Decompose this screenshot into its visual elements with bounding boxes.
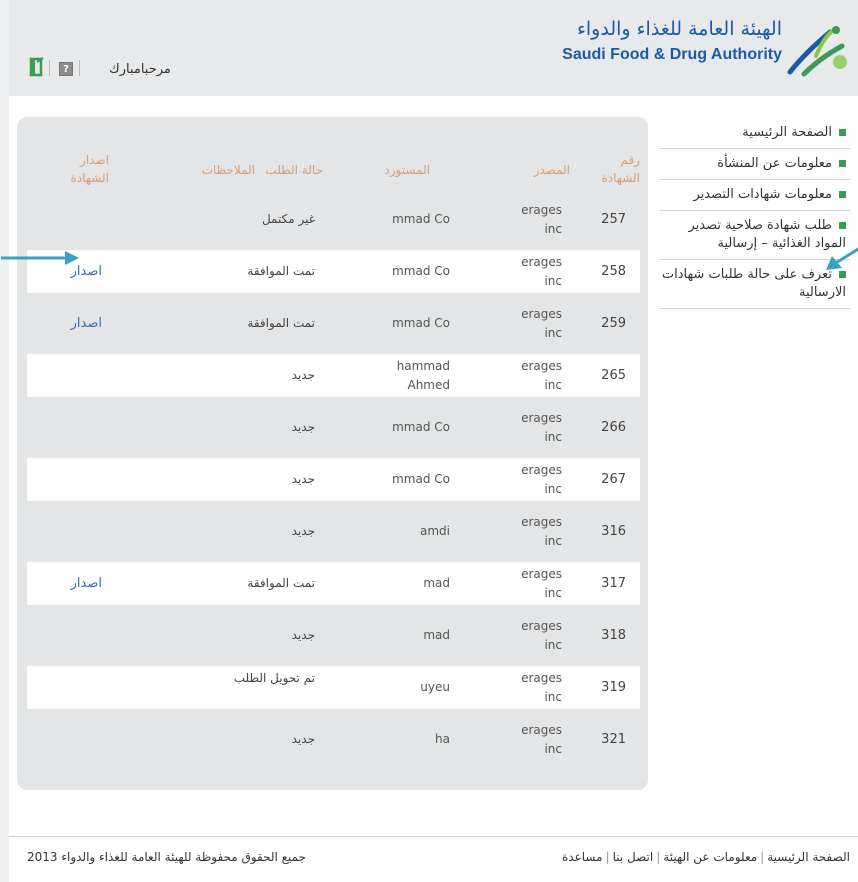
table-row: 321 erages inc ha جديد: [27, 718, 640, 761]
column-header-source: المصدر: [533, 163, 570, 177]
certificate-number: 321: [601, 732, 626, 747]
footer-link-help[interactable]: مساعدة: [562, 850, 603, 864]
column-header-importer: المستورد: [384, 163, 430, 177]
source-cell: erages inc: [521, 671, 562, 704]
sidebar-item-label: معلومات عن المنشأة: [717, 156, 832, 171]
certificate-number: 265: [601, 368, 626, 383]
site-header: الهيئة العامة للغذاء والدواء Saudi Food …: [9, 0, 858, 96]
source-cell: erages inc: [521, 515, 562, 548]
source-cell: erages inc: [521, 255, 562, 288]
importer-cell: mmad Co: [392, 264, 450, 278]
sidebar-nav: الصفحة الرئيسية معلومات عن المنشأة معلوم…: [660, 118, 850, 309]
source-cell: erages inc: [521, 463, 562, 496]
bullet-icon: [839, 160, 846, 167]
header-divider: [79, 60, 80, 76]
table-row: 257 erages inc mmad Co غير مكتمل: [27, 198, 640, 241]
status-cell: تمت الموافقة: [247, 316, 315, 330]
annotation-arrow-icon: [1, 251, 79, 265]
importer-cell: mmad Co: [392, 316, 450, 330]
status-cell: جديد: [291, 368, 315, 382]
status-cell: جديد: [291, 420, 315, 434]
issue-certificate-link[interactable]: اصدار: [42, 574, 102, 593]
sidebar-item-label: الصفحة الرئيسية: [742, 125, 832, 140]
table-row: 259 erages inc mmad Co تمت الموافقة اصدار: [27, 302, 640, 345]
footer-separator: |: [605, 850, 610, 864]
column-header-status: حالة الطلب: [265, 163, 323, 177]
column-header-number: رقم الشهادة: [601, 153, 640, 185]
annotation-arrow-icon: [826, 247, 858, 270]
status-cell: تم تحويل الطلب: [233, 671, 315, 685]
welcome-text: مرحبامبارك: [109, 62, 171, 77]
certificate-number: 319: [601, 680, 626, 695]
copyright-text: جميع الحقوق محفوظة للهيئة العامة للغذاء …: [27, 850, 307, 864]
source-cell: erages inc: [521, 203, 562, 236]
bullet-icon: [839, 129, 846, 136]
page: الهيئة العامة للغذاء والدواء Saudi Food …: [1, 0, 858, 882]
table-row: 258 erages inc mmad Co تمت الموافقة اصدار: [27, 250, 640, 293]
importer-cell: amdi: [420, 524, 450, 538]
status-cell: جديد: [291, 628, 315, 642]
certificate-number: 257: [601, 212, 626, 227]
footer-link-about[interactable]: معلومات عن الهيئة: [663, 850, 757, 864]
certificate-number: 266: [601, 420, 626, 435]
source-cell: erages inc: [521, 307, 562, 340]
issue-certificate-link[interactable]: اصدار: [42, 314, 102, 333]
table-row: 316 erages inc amdi جديد: [27, 510, 640, 553]
importer-cell: uyeu: [420, 680, 450, 694]
table-row: 317 erages inc mad تمت الموافقة اصدار: [27, 562, 640, 605]
status-cell: جديد: [291, 472, 315, 486]
footer-links: الصفحة الرئيسية|معلومات عن الهيئة|اتصل ب…: [562, 850, 850, 864]
certificate-number: 259: [601, 316, 626, 331]
certificate-number: 316: [601, 524, 626, 539]
importer-cell: mmad Co: [392, 472, 450, 486]
source-cell: erages inc: [521, 567, 562, 600]
status-cell: تمت الموافقة: [247, 264, 315, 278]
sidebar-item-label: تعرف على حالة طلبات شهادات الارسالية: [661, 267, 846, 300]
sidebar-item-label: معلومات شهادات التصدير: [693, 187, 832, 202]
certificates-table: رقم الشهادة المصدر المستورد حالة الطلب ا…: [17, 117, 648, 790]
source-cell: erages inc: [521, 359, 562, 392]
importer-cell: ha: [435, 732, 450, 746]
status-cell: غير مكتمل: [261, 212, 315, 226]
footer-link-contact[interactable]: اتصل بنا: [613, 850, 654, 864]
sfda-logo-icon: [787, 26, 847, 77]
source-cell: erages inc: [521, 619, 562, 652]
status-cell: جديد: [291, 732, 315, 746]
certificate-number: 318: [601, 628, 626, 643]
status-cell: جديد: [291, 524, 315, 538]
importer-cell: mad: [423, 628, 450, 642]
footer-separator: |: [760, 850, 765, 864]
bullet-icon: [839, 191, 846, 198]
help-button[interactable]: ?: [59, 62, 73, 76]
logo-english-text: Saudi Food & Drug Authority: [562, 46, 782, 63]
logout-icon[interactable]: [29, 56, 45, 78]
table-row: 265 erages inc hammad Ahmed جديد: [27, 354, 640, 397]
footer-divider: [9, 836, 858, 837]
sidebar-item-facility-info[interactable]: معلومات عن المنشأة: [660, 149, 850, 180]
sidebar-item-export-certificates[interactable]: معلومات شهادات التصدير: [660, 180, 850, 211]
importer-cell: hammad Ahmed: [396, 359, 450, 392]
importer-cell: mmad Co: [392, 212, 450, 226]
importer-cell: mmad Co: [392, 420, 450, 434]
logo-arabic-text: الهيئة العامة للغذاء والدواء: [576, 18, 782, 40]
header-divider: [49, 60, 50, 76]
sidebar-item-home[interactable]: الصفحة الرئيسية: [660, 118, 850, 149]
certificate-number: 317: [601, 576, 626, 591]
status-cell: تمت الموافقة: [247, 576, 315, 590]
footer-separator: |: [656, 850, 661, 864]
bullet-icon: [839, 222, 846, 229]
table-row: 319 erages inc uyeu تم تحويل الطلب: [27, 666, 640, 709]
importer-cell: mad: [423, 576, 450, 590]
table-row: 266 erages inc mmad Co جديد: [27, 406, 640, 449]
certificate-number: 258: [601, 264, 626, 279]
table-row: 267 erages inc mmad Co جديد: [27, 458, 640, 501]
table-row: 318 erages inc mad جديد: [27, 614, 640, 657]
source-cell: erages inc: [521, 411, 562, 444]
sfda-logo[interactable]: الهيئة العامة للغذاء والدواء Saudi Food …: [562, 18, 850, 78]
source-cell: erages inc: [521, 723, 562, 756]
column-header-issue: اصدار الشهادة: [70, 153, 109, 185]
certificate-number: 267: [601, 472, 626, 487]
column-header-notes: الملاحظات: [201, 163, 255, 177]
footer-link-home[interactable]: الصفحة الرئيسية: [767, 850, 850, 864]
